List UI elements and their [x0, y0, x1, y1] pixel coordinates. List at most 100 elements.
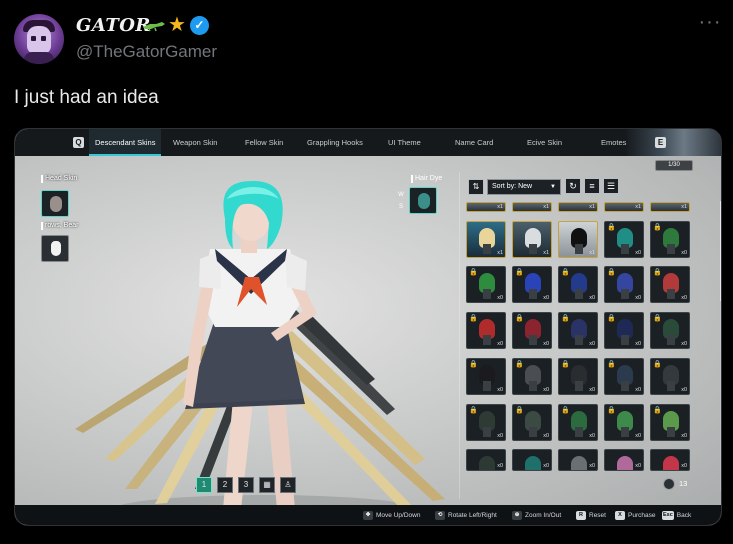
- grid-item[interactable]: 🔒 x0: [558, 358, 598, 395]
- tab-grappling-hooks[interactable]: Grappling Hooks: [307, 129, 363, 156]
- neck: [667, 381, 675, 391]
- grid-item[interactable]: 🔒 x0: [604, 266, 644, 303]
- hint-move[interactable]: ✥ Move Up/Down: [363, 511, 420, 521]
- pose-icon[interactable]: ♙: [280, 477, 296, 493]
- item-quantity: x1: [543, 204, 549, 210]
- grid-item[interactable]: 🔒 x0: [466, 404, 506, 441]
- lock-icon: 🔒: [515, 269, 524, 276]
- neck: [529, 289, 537, 299]
- avatar-body: [24, 52, 54, 64]
- grid-item[interactable]: 🔒 x0: [512, 266, 552, 303]
- display-name[interactable]: GATOR: [76, 15, 151, 36]
- neck: [667, 244, 675, 254]
- hint-purchase[interactable]: X Purchase: [615, 511, 655, 521]
- grid-item[interactable]: 🔒 x0: [650, 358, 690, 395]
- hint-rotate[interactable]: ⟲ Rotate Left/Right: [435, 511, 497, 521]
- grid-item[interactable]: 🔒 x0: [466, 358, 506, 395]
- grid-item[interactable]: 🔒 x0: [512, 312, 552, 349]
- grid-item[interactable]: 🔒 x0: [558, 266, 598, 303]
- grid-item[interactable]: x0: [650, 449, 690, 471]
- tab-name-card[interactable]: Name Card: [455, 129, 493, 156]
- tab-emotes[interactable]: Emotes: [601, 129, 626, 156]
- neck: [621, 244, 629, 254]
- sort-order-icon[interactable]: ⇅: [468, 179, 484, 195]
- grid-item[interactable]: x1: [558, 221, 598, 258]
- user-handle[interactable]: @TheGatorGamer: [76, 42, 217, 62]
- grid-item[interactable]: 🔒 x0: [604, 404, 644, 441]
- tweet-media-image[interactable]: Q Descendant Skins Weapon Skin Fellow Sk…: [14, 128, 722, 526]
- head-skin-slot[interactable]: [41, 190, 69, 217]
- grid-item[interactable]: 🔒 x0: [604, 358, 644, 395]
- grid-item[interactable]: 🔒 x0: [650, 404, 690, 441]
- hair-thumbnail: [525, 456, 541, 470]
- grid-item[interactable]: x1: [650, 202, 690, 212]
- item-quantity: x0: [543, 463, 549, 469]
- tab-ui-theme[interactable]: UI Theme: [388, 129, 421, 156]
- grid-item[interactable]: x0: [512, 449, 552, 471]
- grid-item[interactable]: x1: [466, 202, 506, 212]
- lock-icon: 🔒: [469, 361, 478, 368]
- neck: [575, 335, 583, 345]
- item-quantity: x0: [635, 295, 641, 301]
- stack-icon[interactable]: ☰: [603, 178, 619, 194]
- lock-icon: 🔒: [607, 361, 616, 368]
- grid-item[interactable]: x1: [512, 221, 552, 258]
- hair-dye-slot[interactable]: [409, 187, 437, 214]
- grid-item[interactable]: 🔒 x0: [650, 221, 690, 258]
- variant-1-button[interactable]: 1: [196, 477, 212, 493]
- item-quantity: x0: [681, 433, 687, 439]
- sort-dropdown[interactable]: Sort by: New ▼: [487, 179, 561, 195]
- variant-3-button[interactable]: 3: [238, 477, 254, 493]
- avatar[interactable]: [14, 14, 64, 64]
- grid-item[interactable]: 🔒 x0: [512, 358, 552, 395]
- lock-icon: 🔒: [515, 361, 524, 368]
- grid-item[interactable]: x1: [604, 202, 644, 212]
- grid-item[interactable]: x1: [512, 202, 552, 212]
- item-quantity: x1: [543, 250, 549, 256]
- tab-next-key[interactable]: E: [655, 137, 666, 148]
- grid-item[interactable]: 🔒 x0: [558, 312, 598, 349]
- grid-item[interactable]: 🔒 x0: [604, 221, 644, 258]
- dpad-icon: ✥: [363, 511, 373, 520]
- neck: [529, 244, 537, 254]
- tab-fellow-skin[interactable]: Fellow Skin: [245, 129, 283, 156]
- variant-2-button[interactable]: 2: [217, 477, 233, 493]
- grid-item[interactable]: 🔒 x0: [650, 266, 690, 303]
- lock-icon: 🔒: [469, 407, 478, 414]
- tab-prev-key[interactable]: Q: [73, 137, 84, 148]
- chevron-down-icon: ▼: [550, 184, 556, 190]
- lock-icon: 🔒: [469, 315, 478, 322]
- item-quantity: x1: [497, 250, 503, 256]
- neck: [483, 381, 491, 391]
- neck: [621, 335, 629, 345]
- grid-item[interactable]: x0: [466, 449, 506, 471]
- hint-zoom[interactable]: ⊕ Zoom In/Out: [512, 511, 561, 521]
- grid-item[interactable]: x1: [558, 202, 598, 212]
- neck: [483, 427, 491, 437]
- hint-reset[interactable]: R Reset: [576, 511, 606, 521]
- grid-item[interactable]: 🔒 x0: [650, 312, 690, 349]
- more-options-button[interactable]: ···: [698, 12, 722, 36]
- hint-move-label: Move Up/Down: [376, 512, 421, 520]
- grid-item[interactable]: x1: [466, 221, 506, 258]
- grid-item[interactable]: 🔒 x0: [466, 312, 506, 349]
- grid-item[interactable]: x0: [604, 449, 644, 471]
- brows-beard-slot[interactable]: [41, 235, 69, 262]
- tab-ecive-skin[interactable]: Ecive Skin: [527, 129, 562, 156]
- grid-item[interactable]: 🔒 x0: [512, 404, 552, 441]
- item-count: 13: [663, 477, 703, 491]
- grid-scrollbar-thumb[interactable]: [720, 201, 721, 301]
- tab-weapon-skin[interactable]: Weapon Skin: [173, 129, 217, 156]
- grid-item[interactable]: x0: [558, 449, 598, 471]
- tab-descendant-skins[interactable]: Descendant Skins: [89, 129, 162, 156]
- key-w: W: [398, 192, 404, 198]
- hint-back[interactable]: Esc Back: [662, 511, 691, 521]
- grid-item[interactable]: 🔒 x0: [558, 404, 598, 441]
- neck: [621, 289, 629, 299]
- grid-item[interactable]: 🔒 x0: [466, 266, 506, 303]
- layers-icon[interactable]: ≡: [584, 178, 600, 194]
- reset-icon[interactable]: ↻: [565, 178, 581, 194]
- grid-view-icon[interactable]: ▦: [259, 477, 275, 493]
- neck: [575, 244, 583, 254]
- grid-item[interactable]: 🔒 x0: [604, 312, 644, 349]
